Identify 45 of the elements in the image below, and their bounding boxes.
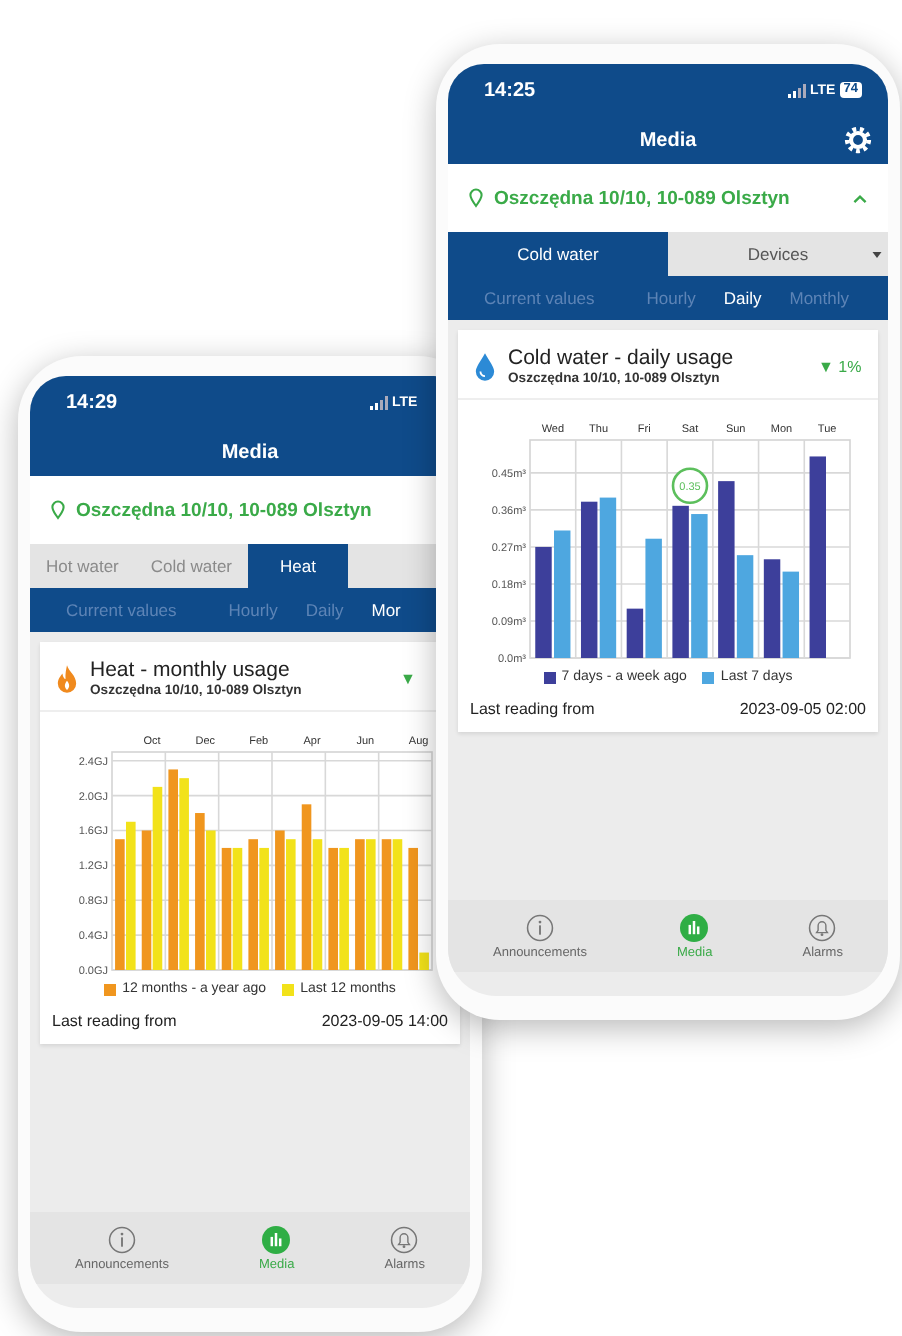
reading-time: 2023-09-05 14:00 (321, 1012, 448, 1030)
trend-label: ▼ (400, 670, 418, 688)
period-tab[interactable]: Mor (371, 600, 401, 620)
reading-label: Last reading from (470, 700, 595, 718)
screen-title: Media (639, 129, 697, 151)
reading-time: 2023-09-05 02:00 (739, 700, 866, 718)
bar-chart-icon (262, 1225, 291, 1253)
bar (691, 514, 708, 658)
period-tab[interactable]: Hourly (646, 288, 696, 308)
address-label: Oszczędna 10/10, 10-089 Olsztyn (76, 499, 374, 521)
location-pin-icon (50, 500, 66, 520)
card-title: Heat - monthly usage (90, 658, 292, 682)
period-tab[interactable]: Daily (305, 600, 344, 620)
trend-label: ▼ 1% (818, 358, 864, 376)
highlight-ring (671, 467, 709, 505)
period-tab[interactable]: Daily (723, 288, 762, 308)
bar-chart-icon (680, 913, 709, 941)
media-tab[interactable]: Cold water (448, 232, 668, 276)
signal-icon (370, 395, 388, 409)
address-label: Oszczędna 10/10, 10-089 Olsztyn (494, 187, 792, 209)
period-tab[interactable]: Current values (484, 288, 595, 308)
caret-icon (872, 251, 882, 257)
clock-time: 14:25 (484, 79, 536, 101)
bell-icon (808, 913, 837, 941)
info-icon (107, 1225, 136, 1253)
devices-dropdown[interactable]: Devices (668, 232, 888, 276)
media-tab[interactable]: Hot water (30, 544, 135, 588)
card-title: Cold water - daily usage (508, 346, 736, 370)
bar (535, 546, 552, 658)
bar (554, 530, 571, 658)
clock-time: 14:29 (66, 391, 118, 413)
media-tab[interactable]: Heat (248, 544, 349, 588)
period-tab[interactable]: Current values (66, 600, 177, 620)
location-pin-icon (468, 188, 484, 208)
signal-icon (788, 83, 806, 97)
period-tab[interactable]: Monthly (789, 288, 850, 308)
bell-icon (390, 1225, 419, 1253)
media-tab[interactable]: Cold water (134, 544, 249, 588)
screen-title: Media (221, 441, 279, 463)
flame-icon (56, 663, 78, 693)
water-drop-icon (474, 351, 496, 381)
settings-icon[interactable] (844, 126, 872, 154)
reading-label: Last reading from (52, 1012, 177, 1030)
info-icon (525, 913, 554, 941)
period-tab[interactable]: Hourly (228, 600, 278, 620)
